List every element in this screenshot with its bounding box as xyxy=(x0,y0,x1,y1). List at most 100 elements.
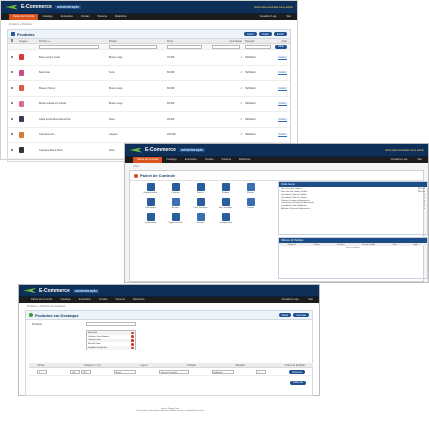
remove-icon[interactable] xyxy=(131,335,134,338)
remove-icon[interactable] xyxy=(131,342,134,346)
feat-nav-system[interactable]: Sistema xyxy=(112,297,129,303)
nav-item-catalog[interactable]: Catálogo xyxy=(38,14,56,20)
filter-button[interactable]: Filtrar xyxy=(274,44,287,49)
dash-nav-logout[interactable]: Sair xyxy=(413,157,428,163)
nav-item-system[interactable]: Sistema xyxy=(94,14,111,20)
nav-logout[interactable]: Sair xyxy=(282,14,297,20)
dash-tile-cupons[interactable]: Cupons xyxy=(238,198,263,209)
filter-price-input[interactable] xyxy=(167,44,202,49)
page-title-text: Produtos xyxy=(17,31,35,37)
feat-nav-dashboard[interactable]: Painel de Controle xyxy=(27,297,56,303)
row-checkbox[interactable] xyxy=(11,71,14,74)
edit-link[interactable]: [ Editar ] xyxy=(274,87,287,90)
dash-tile-prod-destaque[interactable]: Prod. Destaque xyxy=(188,198,213,209)
latest-col[interactable]: Total xyxy=(392,244,396,246)
tile-icon xyxy=(171,198,180,206)
save-button[interactable]: Salvar xyxy=(278,313,292,317)
remove-icon[interactable] xyxy=(131,339,134,342)
product-status: Habilitado xyxy=(245,102,256,106)
edit-link[interactable]: [ Editar ] xyxy=(274,133,287,136)
delete-button[interactable]: Excluir xyxy=(273,32,287,36)
edit-link[interactable]: [ Editar ] xyxy=(274,118,287,121)
feat-logo-icon xyxy=(23,288,36,293)
col-product[interactable]: Produto ▲ xyxy=(39,40,109,43)
row-checkbox[interactable] xyxy=(11,117,14,120)
edit-link[interactable]: [ Editar ] xyxy=(274,102,287,105)
feat-nav-extensions[interactable]: Extensões xyxy=(75,297,95,303)
nav-item-extensions[interactable]: Extensões xyxy=(57,14,77,20)
add-module-button[interactable]: Adicionar xyxy=(290,380,306,385)
module-col: Layout xyxy=(140,363,148,367)
feat-nav-logout[interactable]: Sair xyxy=(304,297,319,303)
feat-nav-catalog[interactable]: Catálogo xyxy=(56,297,74,303)
dash-nav-catalog[interactable]: Catálogo xyxy=(162,157,180,163)
tile-label: Mais Vendidos xyxy=(218,207,232,209)
dash-tile-p-ginas-de-info[interactable]: Páginas de Info xyxy=(163,213,188,224)
dash-nav-extensions[interactable]: Extensões xyxy=(181,157,201,163)
latest-col[interactable]: Data do Pedido xyxy=(362,244,375,246)
remove-icon[interactable] xyxy=(131,331,134,335)
dash-tile-coment-rios[interactable]: Comentários xyxy=(138,213,163,224)
col-quantity[interactable]: Quantidade xyxy=(212,40,242,43)
latest-col[interactable]: Ação xyxy=(414,244,418,246)
filter-status-select[interactable] xyxy=(245,44,271,49)
dash-tile-banners[interactable]: Banners xyxy=(163,198,188,209)
dash-tile-fabricantes[interactable]: Fabricantes xyxy=(138,198,163,209)
row-checkbox[interactable] xyxy=(11,55,14,58)
position-select[interactable]: Topo do Conteúdo xyxy=(158,370,189,374)
row-checkbox[interactable] xyxy=(11,86,14,89)
layout-select[interactable]: Home xyxy=(113,370,136,374)
dash-nav-dashboard[interactable]: Painel de Controle xyxy=(133,157,163,163)
dash-tile-pedidos[interactable]: Pedidos xyxy=(213,183,238,194)
insert-button[interactable]: Inserir xyxy=(244,32,257,36)
col-status[interactable]: Situação xyxy=(242,40,274,43)
select-all-checkbox[interactable] xyxy=(11,39,14,42)
product-price: 89.00€ xyxy=(167,86,175,90)
product-autocomplete-input[interactable] xyxy=(86,322,136,326)
col-model[interactable]: Modelo xyxy=(109,40,167,43)
filter-model-input[interactable] xyxy=(109,44,157,49)
feat-nav-sales[interactable]: Vendas xyxy=(95,297,112,303)
nav-item-sales[interactable]: Vendas xyxy=(77,14,94,20)
product-price: 89.00€ xyxy=(167,71,175,75)
remove-icon[interactable] xyxy=(131,346,134,350)
edit-link[interactable]: [ Editar ] xyxy=(274,56,287,59)
sort-order-input[interactable]: 1 xyxy=(256,370,267,374)
tile-label: Pedidos xyxy=(221,192,230,194)
latest-col[interactable]: Situação xyxy=(337,244,344,246)
image-width-input[interactable]: 160 xyxy=(69,370,80,374)
nav-item-dashboard[interactable]: Painel de Controle xyxy=(9,14,39,20)
dash-brand: E-Commerce administração xyxy=(129,147,206,153)
feat-nav-view-store[interactable]: Visualizar Loja xyxy=(278,297,305,303)
dash-nav-view-store[interactable]: Visualizar Loja xyxy=(387,157,414,163)
latest-col[interactable]: Código ID xyxy=(288,244,296,246)
dash-tile-marcas[interactable]: Marcas xyxy=(188,183,213,194)
row-checkbox[interactable] xyxy=(11,148,14,151)
remove-module-button[interactable]: Remover xyxy=(289,370,305,374)
row-checkbox[interactable] xyxy=(11,133,14,136)
dash-tile-configura-es[interactable]: Configurações xyxy=(213,213,238,224)
copy-button[interactable]: Copiar xyxy=(258,32,272,36)
filter-quantity-input[interactable] xyxy=(212,44,240,49)
dash-nav-sales[interactable]: Vendas xyxy=(201,157,218,163)
status-select[interactable]: Habilitado xyxy=(211,370,234,374)
col-price[interactable]: Preço xyxy=(167,40,212,43)
dash-nav-reports[interactable]: Relatórios xyxy=(235,157,255,163)
edit-link[interactable]: [ Editar ] xyxy=(274,71,287,74)
tile-icon xyxy=(196,213,205,221)
limit-input[interactable]: 5 xyxy=(37,370,47,374)
image-height-input[interactable]: 160 xyxy=(80,370,91,374)
nav-view-store[interactable]: Visualizar Loja xyxy=(256,14,283,20)
row-checkbox[interactable] xyxy=(11,102,14,105)
dash-tile-e-mails[interactable]: E-mails xyxy=(188,213,213,224)
dash-tile-mais-vendidos[interactable]: Mais Vendidos xyxy=(213,198,238,209)
dash-tile-produtos[interactable]: Produtos xyxy=(163,183,188,194)
latest-col[interactable]: Cliente xyxy=(314,244,320,246)
dash-nav-system[interactable]: Sistema xyxy=(218,157,235,163)
filter-product-input[interactable] xyxy=(39,44,99,49)
nav-item-reports[interactable]: Relatórios xyxy=(111,14,131,20)
feat-nav-reports[interactable]: Relatórios xyxy=(129,297,149,303)
dash-tile-clientes[interactable]: Clientes xyxy=(238,183,263,194)
dash-tile-departamentos[interactable]: Departamentos xyxy=(138,183,163,194)
cancel-button[interactable]: Cancelar xyxy=(293,313,309,317)
